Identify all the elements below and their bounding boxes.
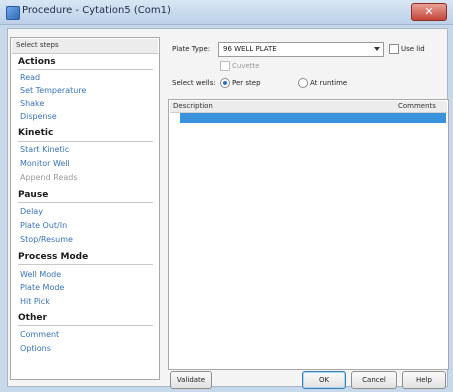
step-delay[interactable]: Delay: [20, 207, 43, 216]
divider: [18, 325, 153, 326]
window-title: Procedure - Cytation5 (Com1): [22, 5, 171, 16]
step-hit-pick[interactable]: Hit Pick: [20, 297, 50, 306]
category-pause: Pause: [18, 190, 49, 200]
step-stop-resume[interactable]: Stop/Resume: [20, 235, 73, 244]
steps-panel-title: Select steps: [16, 41, 59, 49]
cuvette-checkbox: [220, 61, 230, 71]
help-button[interactable]: Help: [402, 371, 446, 389]
category-other: Other: [18, 313, 47, 323]
use-lid-checkbox[interactable]: [389, 44, 399, 54]
category-kinetic: Kinetic: [18, 128, 54, 138]
plate-type-select[interactable]: 96 WELL PLATE: [218, 42, 384, 57]
close-button[interactable]: ✕: [411, 3, 447, 21]
at-runtime-label: At runtime: [310, 79, 348, 87]
cancel-button[interactable]: Cancel: [351, 371, 397, 389]
step-plate-out-in[interactable]: Plate Out/In: [20, 221, 67, 230]
category-process-mode: Process Mode: [18, 252, 89, 262]
divider: [18, 69, 153, 70]
divider: [18, 202, 153, 203]
use-lid-label: Use lid: [401, 45, 425, 53]
cuvette-label: Cuvette: [232, 62, 260, 70]
step-dispense[interactable]: Dispense: [20, 112, 57, 121]
column-header-description[interactable]: Description: [173, 102, 213, 110]
select-wells-label: Select wells:: [172, 79, 216, 87]
step-start-kinetic[interactable]: Start Kinetic: [20, 145, 69, 154]
step-set-temperature[interactable]: Set Temperature: [20, 86, 86, 95]
column-header-comments[interactable]: Comments: [398, 102, 436, 110]
step-append-reads: Append Reads: [20, 173, 78, 182]
category-actions: Actions: [18, 57, 56, 67]
selected-row[interactable]: [180, 113, 446, 123]
divider: [18, 141, 153, 142]
steps-panel: Select steps Actions Read Set Temperatur…: [10, 37, 160, 380]
title-bar[interactable]: Procedure - Cytation5 (Com1) ✕: [0, 0, 453, 25]
divider: [18, 264, 153, 265]
validate-button[interactable]: Validate: [170, 371, 212, 389]
plate-type-value: 96 WELL PLATE: [223, 45, 277, 53]
chevron-down-icon: [374, 47, 380, 51]
step-monitor-well[interactable]: Monitor Well: [20, 159, 70, 168]
step-well-mode[interactable]: Well Mode: [20, 270, 61, 279]
per-step-label: Per step: [232, 79, 261, 87]
per-step-radio[interactable]: [220, 78, 230, 88]
ok-button[interactable]: OK: [302, 371, 346, 389]
procedure-steps-grid[interactable]: Description Comments: [168, 99, 449, 370]
grid-header: Description Comments: [170, 101, 447, 113]
app-icon: [6, 6, 20, 20]
step-comment[interactable]: Comment: [20, 330, 59, 339]
step-plate-mode[interactable]: Plate Mode: [20, 283, 64, 292]
at-runtime-radio[interactable]: [298, 78, 308, 88]
plate-type-label: Plate Type:: [172, 45, 211, 53]
step-options[interactable]: Options: [20, 344, 51, 353]
step-shake[interactable]: Shake: [20, 99, 44, 108]
step-read[interactable]: Read: [20, 73, 40, 82]
steps-panel-header: Select steps: [12, 39, 158, 54]
close-icon: ✕: [424, 5, 434, 18]
